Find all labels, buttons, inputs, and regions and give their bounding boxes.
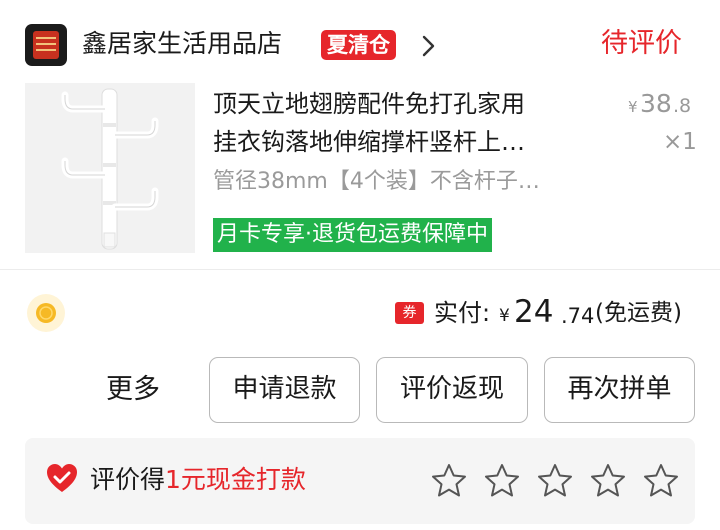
product-spec: 管径38mm【4个装】不含杆子… (213, 169, 540, 194)
price-decimal: .8 (673, 95, 692, 117)
order-status: 待评价 (601, 28, 682, 59)
refund-button[interactable]: 申请退款 (209, 357, 360, 423)
paid-amount-integer: 24 (514, 294, 554, 330)
review-prefix: 评价得 (90, 465, 166, 494)
divider (0, 269, 720, 270)
review-reward-text: 评价得1元现金打款 (90, 463, 306, 497)
product-title-line2[interactable]: 挂衣钩落地伸缩撑杆竖杆上… (213, 125, 525, 159)
heart-check-icon (47, 464, 77, 492)
paid-label: 实付: (434, 299, 491, 327)
store-name[interactable]: 鑫居家生活用品店 (82, 27, 282, 61)
more-button[interactable]: 更多 (106, 372, 160, 408)
paid-currency: ¥ (499, 306, 510, 326)
review-reward: 1元现金打款 (165, 465, 306, 494)
hanger-hook-image (61, 88, 159, 250)
quantity: ×1 (663, 129, 697, 155)
shipping-note: (免运费) (595, 300, 682, 326)
buy-again-button[interactable]: 再次拼单 (544, 357, 695, 423)
rating-star-3-icon[interactable] (536, 462, 574, 500)
coin-icon[interactable] (27, 294, 65, 332)
rating-star-5-icon[interactable] (642, 462, 680, 500)
store-logo-seal (33, 31, 59, 59)
store-logo[interactable] (25, 24, 67, 66)
rating-star-1-icon[interactable] (430, 462, 468, 500)
price-integer: 38 (640, 89, 672, 118)
coupon-tag: 券 (395, 302, 424, 324)
price-currency: ¥ (628, 98, 638, 116)
promo-badge: 月卡专享·退货包运费保障中 (213, 218, 492, 252)
chevron-right-icon[interactable] (418, 34, 440, 58)
paid-amount-decimal: .74 (561, 304, 595, 328)
product-title-line1[interactable]: 顶天立地翅膀配件免打孔家用 (213, 87, 525, 121)
rating-star-4-icon[interactable] (589, 462, 627, 500)
rating-star-2-icon[interactable] (483, 462, 521, 500)
product-image[interactable] (25, 83, 195, 253)
review-cashback-button[interactable]: 评价返现 (376, 357, 528, 423)
sale-badge: 夏清仓 (321, 30, 396, 60)
